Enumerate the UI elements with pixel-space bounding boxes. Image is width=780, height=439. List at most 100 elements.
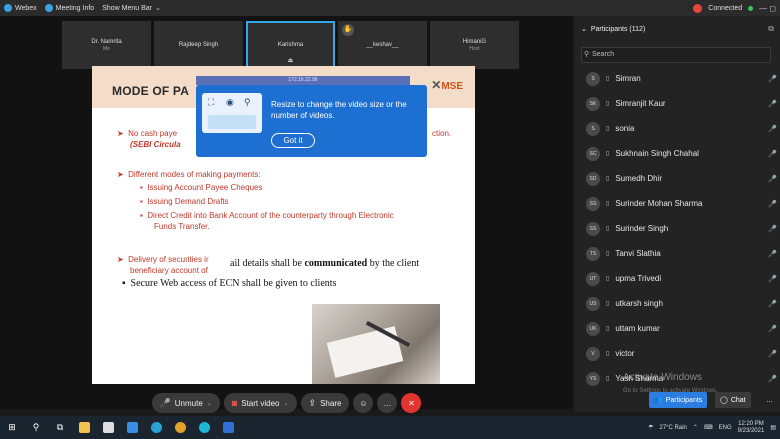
chevron-down-icon: ⌄ xyxy=(155,5,161,12)
participant-row[interactable]: US ▯ utkarsh singh 🎤 xyxy=(575,291,780,316)
keyboard-icon[interactable]: ⌨ xyxy=(704,424,713,431)
chevron-down-icon[interactable]: ⌄ xyxy=(284,400,289,407)
participant-name: Sukhnain Singh Chahal xyxy=(615,149,699,158)
participant-row[interactable]: SK ▯ Simranjit Kaur 🎤 xyxy=(575,91,780,116)
participant-name: Sumedh Dhir xyxy=(615,174,662,183)
system-tray: ☂ 27°C Rain ⌃ ⌨ ENG 12:20 PM 9/23/2021 ▤ xyxy=(648,416,776,439)
chat-tab-label: Chat xyxy=(730,396,746,404)
participant-row[interactable]: UT ▯ upma Trivedi 🎤 xyxy=(575,266,780,291)
slide-bullet: ➤ Different modes of making payments: xyxy=(117,170,261,179)
share-label: Share xyxy=(320,398,342,408)
avatar: UK xyxy=(586,321,600,336)
mic-muted-icon: 🎤 xyxy=(768,175,777,183)
file-explorer-icon[interactable] xyxy=(76,420,92,436)
participant-row[interactable]: SS ▯ Surinder Mohan Sharma 🎤 xyxy=(575,191,780,216)
info-icon xyxy=(44,4,53,12)
language[interactable]: ENG xyxy=(719,425,732,431)
show-menu-bar-button[interactable]: Show Menu Bar ⌄ xyxy=(102,4,161,13)
store-icon[interactable] xyxy=(100,420,116,436)
popout-icon[interactable]: ⧉ xyxy=(768,24,774,34)
participant-row[interactable]: V ▯ victor 🎤 xyxy=(575,341,780,366)
recording-icon xyxy=(693,3,703,13)
participant-row[interactable]: SD ▯ Sumedh Dhir 🎤 xyxy=(575,166,780,191)
more-icon: … xyxy=(383,398,392,408)
webex-window: Webex Meeting Info Show Menu Bar ⌄ Conne… xyxy=(0,0,780,439)
slide-title: MODE OF PA xyxy=(112,84,190,98)
participants-header[interactable]: ⌄ Participants (112) xyxy=(581,25,645,34)
video-tile[interactable]: ✋ __keshav__ xyxy=(338,21,427,69)
start-video-button[interactable]: ◙ Start video ⌄ xyxy=(223,393,297,413)
device-icon: ▯ xyxy=(606,76,610,82)
chevron-down-icon[interactable]: ⌄ xyxy=(207,400,212,407)
task-view-icon[interactable]: ⧉ xyxy=(52,420,68,436)
participants-tab-button[interactable]: 👥 Participants xyxy=(649,392,708,408)
participant-row[interactable]: TS ▯ Tanvi Slathia 🎤 xyxy=(575,241,780,266)
mic-muted-icon: 🎤 xyxy=(768,225,777,233)
start-video-label: Start video xyxy=(241,398,280,408)
participant-row[interactable]: S ▯ sonia 🎤 xyxy=(575,116,780,141)
participants-panel: ⌄ Participants (112) ⧉ ⚲ Search S ▯ Simran… xyxy=(575,16,780,412)
got-it-button[interactable]: Got it xyxy=(271,133,315,148)
browser-icon[interactable] xyxy=(196,420,212,436)
slide-serif-line: ▪ Secure Web access of ECN shall be give… xyxy=(122,278,337,289)
chrome-icon[interactable] xyxy=(172,420,188,436)
clock[interactable]: 12:20 PM 9/23/2021 xyxy=(738,421,765,435)
mic-muted-icon: 🎤 xyxy=(768,275,777,283)
weather-text[interactable]: 27°C Rain xyxy=(659,425,686,431)
windows-start-icon[interactable]: ⊞ xyxy=(4,420,20,436)
leave-meeting-button[interactable]: ✕ xyxy=(401,393,422,413)
participant-row[interactable]: UK ▯ uttam kumar 🎤 xyxy=(575,316,780,341)
notification-icon[interactable]: ▤ xyxy=(770,424,776,431)
participant-name: Surinder Mohan Sharma xyxy=(615,199,703,208)
video-tile[interactable]: HimaniG Host xyxy=(430,21,519,69)
avatar: SD xyxy=(586,171,600,186)
unmute-button[interactable]: 🎤 Unmute ⌄ xyxy=(151,393,220,413)
chat-icon: ◯ xyxy=(720,397,728,404)
app-menu[interactable]: Webex xyxy=(4,4,37,12)
participant-row[interactable]: S ▯ Simran 🎤 xyxy=(575,66,780,91)
webex-taskbar-icon[interactable] xyxy=(220,420,236,436)
slide-sub-bullet: ▪ Direct Credit into Bank Account of the… xyxy=(140,211,394,220)
participant-name: Dr. Namrita xyxy=(91,38,122,45)
participant-row[interactable]: SC ▯ Sukhnain Singh Chahal 🎤 xyxy=(575,141,780,166)
device-icon: ▯ xyxy=(606,376,610,382)
edge-icon[interactable] xyxy=(148,420,164,436)
video-tile[interactable]: Dr. Namrita Me xyxy=(62,21,151,69)
mic-muted-icon: 🎤 xyxy=(768,250,777,258)
panel-footer: 👥 Participants ◯ Chat … xyxy=(575,388,780,412)
participant-name: utkarsh singh xyxy=(615,299,663,308)
reactions-button[interactable]: ☺ xyxy=(353,393,374,413)
share-icon: ⇪ xyxy=(308,397,317,408)
mic-muted-icon: 🎤 xyxy=(768,75,777,83)
participant-row[interactable]: SS ▯ Surinder Singh 🎤 xyxy=(575,216,780,241)
connection-status: Connected xyxy=(708,4,743,12)
video-tile-active[interactable]: Karishma ⏏ xyxy=(246,21,335,69)
video-tile[interactable]: Rajdeep Singh xyxy=(154,21,243,69)
more-panels-button[interactable]: … xyxy=(761,392,778,408)
more-options-button[interactable]: … xyxy=(377,393,398,413)
avatar: TS xyxy=(586,246,600,261)
mic-muted-icon: 🎤 xyxy=(768,300,777,308)
search-input[interactable]: ⚲ Search xyxy=(581,47,771,63)
slide-serif-line: ail details shall be communicated by the… xyxy=(230,258,420,269)
search-icon[interactable]: ⚲ xyxy=(28,420,44,436)
windows-taskbar: ⊞ ⚲ ⧉ ☂ 27°C Rain ⌃ ⌨ ENG 12:20 PM 9/23/… xyxy=(0,416,780,439)
date: 9/23/2021 xyxy=(737,427,765,434)
meeting-info-label: Meeting Info xyxy=(55,4,95,12)
mic-muted-icon: 🎤 xyxy=(159,397,171,408)
app-icon[interactable] xyxy=(124,420,140,436)
window-controls[interactable]: — ◻ xyxy=(759,4,776,13)
mic-muted-icon: 🎤 xyxy=(768,150,777,158)
chat-tab-button[interactable]: ◯ Chat xyxy=(715,392,751,408)
participant-name: Karishma xyxy=(277,42,304,48)
share-button[interactable]: ⇪ Share xyxy=(300,393,350,413)
meeting-info-button[interactable]: Meeting Info xyxy=(44,4,95,12)
chevron-up-icon[interactable]: ⌃ xyxy=(693,424,698,431)
mic-muted-icon: 🎤 xyxy=(768,100,777,108)
slide-text: beneficiary account of xyxy=(130,266,208,275)
participant-name: Surinder Singh xyxy=(615,224,669,233)
participants-tab-label: Participants xyxy=(665,396,703,404)
people-icon: 👥 xyxy=(654,397,663,404)
avatar: US xyxy=(586,296,600,311)
participant-role: Host xyxy=(469,45,480,52)
